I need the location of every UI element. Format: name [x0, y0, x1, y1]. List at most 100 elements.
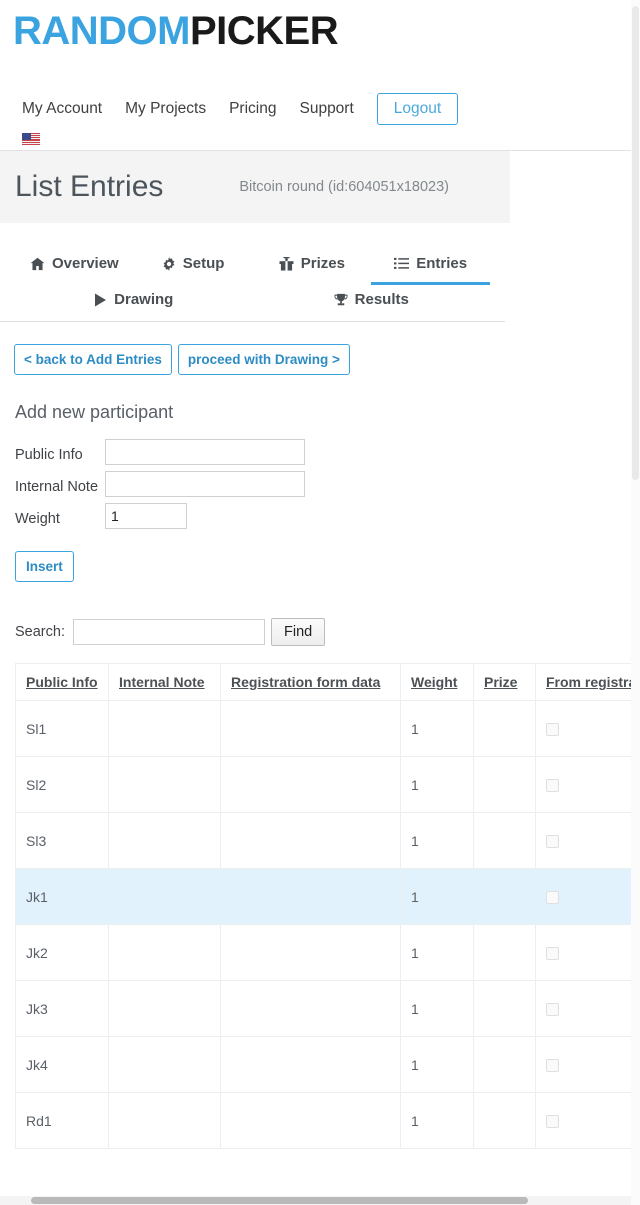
page-root: RANDOMPICKER My Account My Projects Pric… [0, 0, 640, 1205]
gear-icon [162, 256, 176, 271]
tab-label-entries: Entries [416, 255, 468, 272]
insert-button[interactable]: Insert [15, 551, 74, 582]
internal-note-input[interactable] [105, 471, 305, 497]
cell-internal-note [108, 812, 221, 869]
horizontal-scrollbar[interactable] [0, 1196, 631, 1205]
tab-label-results: Results [354, 291, 409, 308]
project-tabs: Overview Setup Prizes Entries Drawing Re… [0, 249, 505, 322]
logo-text-picker: PICKER [189, 9, 339, 53]
table-row[interactable]: Sl2 1 [15, 756, 640, 813]
cell-public-info: Sl3 [15, 812, 109, 869]
add-participant-form: Public Info Internal Note Weight [0, 439, 640, 529]
site-logo[interactable]: RANDOMPICKER [13, 6, 640, 56]
cell-internal-note [108, 980, 221, 1037]
cell-public-info: Jk2 [15, 924, 109, 981]
back-to-add-entries-button[interactable]: < back to Add Entries [14, 344, 172, 375]
cell-registration-form-data [220, 924, 401, 981]
cell-public-info: Rd1 [15, 1092, 109, 1149]
table-row[interactable]: Jk2 1 [15, 924, 640, 981]
table-row[interactable]: Jk4 1 [15, 1036, 640, 1093]
cell-registration-form-data [220, 1036, 401, 1093]
cell-registration-form-data [220, 700, 401, 757]
tab-prizes[interactable]: Prizes [253, 249, 372, 285]
uk-flag-icon[interactable] [22, 132, 40, 145]
vertical-scrollbar[interactable] [631, 0, 640, 1205]
cell-registration-form-data [220, 980, 401, 1037]
cell-from-registration-form [535, 1092, 640, 1149]
nav-item-support[interactable]: Support [299, 92, 353, 126]
tab-overview[interactable]: Overview [15, 249, 134, 285]
table-row[interactable]: Jk3 1 [15, 980, 640, 1037]
cell-weight: 1 [400, 980, 474, 1037]
cell-prize [473, 1092, 536, 1149]
internal-note-row: Internal Note [15, 471, 640, 497]
logo-text-random: RANDOM [13, 9, 190, 53]
from-registration-form-checkbox[interactable] [546, 891, 559, 905]
nav-item-my-account[interactable]: My Account [22, 92, 102, 126]
tab-results[interactable]: Results [253, 285, 491, 321]
cell-prize [473, 700, 536, 757]
list-icon [394, 257, 410, 270]
cell-prize [473, 980, 536, 1037]
cell-from-registration-form [535, 700, 640, 757]
cell-weight: 1 [400, 700, 474, 757]
public-info-input[interactable] [105, 439, 305, 465]
weight-input[interactable] [105, 503, 187, 529]
column-header-prize[interactable]: Prize [473, 663, 536, 701]
table-row[interactable]: Jk1 1 [15, 868, 640, 925]
table-row[interactable]: Rd1 1 [15, 1092, 640, 1149]
entries-table-body: Sl1 1 Sl2 1 Sl3 1 Jk1 1 Jk2 1 Jk3 1 Jk4 1 Rd1 1 [15, 700, 640, 1149]
from-registration-form-checkbox[interactable] [546, 835, 559, 849]
cell-weight: 1 [400, 756, 474, 813]
column-header-registration-form-data[interactable]: Registration form data [220, 663, 401, 701]
cell-internal-note [108, 924, 221, 981]
nav-item-my-projects[interactable]: My Projects [125, 92, 206, 126]
cell-weight: 1 [400, 1036, 474, 1093]
add-participant-title: Add new participant [15, 402, 174, 422]
page-header-band: List Entries Bitcoin round (id:604051x18… [0, 151, 510, 223]
from-registration-form-checkbox[interactable] [546, 723, 559, 737]
table-row[interactable]: Sl1 1 [15, 700, 640, 757]
main-navigation: My Account My Projects Pricing Support L… [0, 92, 640, 126]
tab-label-setup: Setup [182, 255, 225, 272]
from-registration-form-checkbox[interactable] [546, 1003, 559, 1017]
search-label: Search: [15, 624, 65, 640]
tab-drawing[interactable]: Drawing [15, 285, 253, 321]
from-registration-form-checkbox[interactable] [546, 1059, 559, 1073]
cell-public-info: Jk4 [15, 1036, 109, 1093]
column-header-from-registration-form[interactable]: From registration form [535, 663, 640, 701]
table-row[interactable]: Sl3 1 [15, 812, 640, 869]
search-input[interactable] [72, 619, 265, 645]
cell-weight: 1 [400, 812, 474, 869]
nav-item-pricing[interactable]: Pricing [229, 92, 276, 126]
column-header-public-info[interactable]: Public Info [15, 663, 109, 701]
round-label: Bitcoin round (id:604051x18023) [239, 179, 449, 195]
cell-from-registration-form [535, 1036, 640, 1093]
from-registration-form-checkbox[interactable] [546, 947, 559, 961]
tab-label-prizes: Prizes [300, 255, 345, 272]
column-header-weight[interactable]: Weight [400, 663, 474, 701]
cell-from-registration-form [535, 756, 640, 813]
internal-note-label: Internal Note [15, 479, 99, 495]
horizontal-scrollbar-thumb[interactable] [31, 1197, 528, 1204]
cell-from-registration-form [535, 980, 640, 1037]
cell-weight: 1 [400, 868, 474, 925]
insert-area: Insert [0, 551, 640, 582]
from-registration-form-checkbox[interactable] [546, 779, 559, 793]
entries-table: Public Info Internal Note Registration f… [15, 663, 640, 1149]
column-header-internal-note[interactable]: Internal Note [108, 663, 221, 701]
weight-label: Weight [15, 511, 60, 527]
public-info-row: Public Info [15, 439, 640, 465]
cell-internal-note [108, 756, 221, 813]
find-button[interactable]: Find [270, 618, 326, 646]
vertical-scrollbar-thumb[interactable] [632, 6, 639, 480]
from-registration-form-checkbox[interactable] [546, 1115, 559, 1129]
tab-setup[interactable]: Setup [134, 249, 253, 285]
public-info-label: Public Info [15, 447, 83, 463]
proceed-with-drawing-button[interactable]: proceed with Drawing > [177, 344, 350, 375]
tab-entries[interactable]: Entries [371, 249, 490, 285]
weight-row: Weight [15, 503, 640, 529]
logout-button[interactable]: Logout [376, 93, 459, 125]
entry-actions: < back to Add Entries proceed with Drawi… [0, 344, 640, 375]
tab-label-overview: Overview [52, 255, 119, 272]
